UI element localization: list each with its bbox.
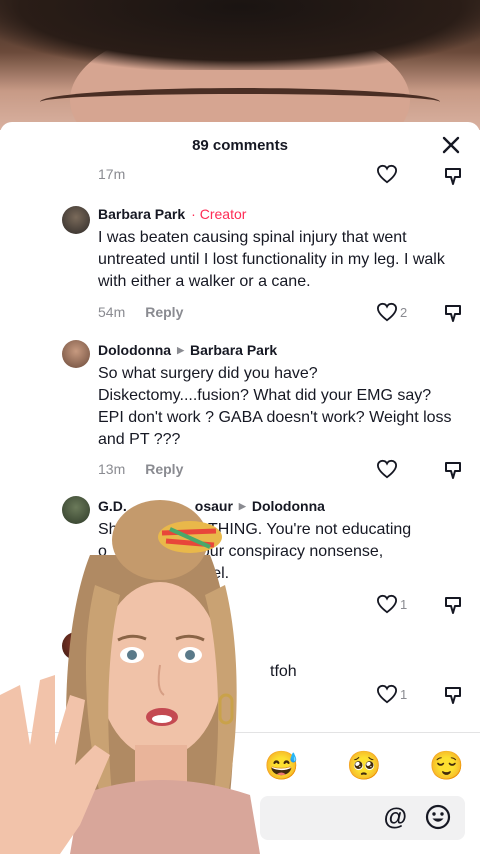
- like-count: 2: [400, 304, 408, 320]
- avatar[interactable]: [62, 206, 90, 234]
- heart-icon[interactable]: [376, 594, 398, 614]
- emoji-pleading[interactable]: 🥺: [347, 749, 382, 782]
- prev-comment-meta: 17m: [98, 166, 125, 182]
- comments-count-title: 89 comments: [192, 136, 288, 154]
- reply-to-author[interactable]: Barbara Park: [190, 342, 277, 358]
- reply-button[interactable]: Reply: [145, 304, 183, 320]
- comment-author[interactable]: Barbara Park: [98, 206, 185, 222]
- comment-time: 13m: [98, 461, 126, 477]
- creator-badge: · Creator: [191, 206, 247, 222]
- like-count: 1: [400, 686, 408, 702]
- input-icons: @: [384, 804, 451, 832]
- comment-author[interactable]: Dolodonna: [98, 342, 171, 358]
- sheet-header: 89 comments: [0, 122, 480, 168]
- video-glasses: [40, 88, 440, 116]
- close-icon[interactable]: [440, 134, 462, 156]
- comment-author-line: Barbara Park · Creator: [98, 206, 458, 222]
- comment-meta: 54m Reply: [98, 304, 183, 320]
- creator-label: Creator: [199, 206, 247, 222]
- video-background: [0, 0, 480, 130]
- heart-icon[interactable]: [376, 302, 398, 322]
- like-group[interactable]: 2: [376, 302, 407, 322]
- reply-arrow-icon: ▶: [177, 344, 185, 355]
- heart-icon[interactable]: [376, 684, 398, 704]
- video-hair: [0, 0, 480, 70]
- like-count: 1: [400, 596, 408, 612]
- dislike-icon[interactable]: [443, 685, 463, 705]
- comment-author-line: Dolodonna ▶ Barbara Park: [98, 342, 458, 358]
- comment-time: 54m: [98, 304, 126, 320]
- dislike-icon[interactable]: [443, 166, 463, 186]
- comment-text: I was beaten causing spinal injury that …: [98, 229, 445, 290]
- reply-button[interactable]: Reply: [145, 461, 183, 477]
- smile-icon[interactable]: [425, 804, 451, 830]
- comment-text: So what surgery did you have? Diskectomy…: [98, 365, 452, 448]
- like-group[interactable]: 1: [376, 594, 407, 614]
- mention-icon[interactable]: @: [384, 804, 407, 832]
- like-group[interactable]: 1: [376, 684, 407, 704]
- comment-input[interactable]: @: [260, 796, 465, 840]
- dislike-icon[interactable]: [443, 303, 463, 323]
- creator-overlay-image: [0, 500, 260, 854]
- heart-icon[interactable]: [376, 459, 398, 479]
- heart-icon[interactable]: [376, 164, 398, 184]
- comment-meta: 13m Reply: [98, 461, 183, 477]
- comment-barbara-park: Barbara Park · Creator I was beaten caus…: [98, 206, 458, 293]
- comment-time: 17m: [98, 166, 126, 182]
- dislike-icon[interactable]: [443, 460, 463, 480]
- avatar[interactable]: [62, 340, 90, 368]
- comment-dolodonna: Dolodonna ▶ Barbara Park So what surgery…: [98, 342, 458, 451]
- emoji-relieved[interactable]: 😌: [429, 749, 464, 782]
- dislike-icon[interactable]: [443, 595, 463, 615]
- emoji-quick-bar: 😅 🥺 😌: [250, 745, 480, 785]
